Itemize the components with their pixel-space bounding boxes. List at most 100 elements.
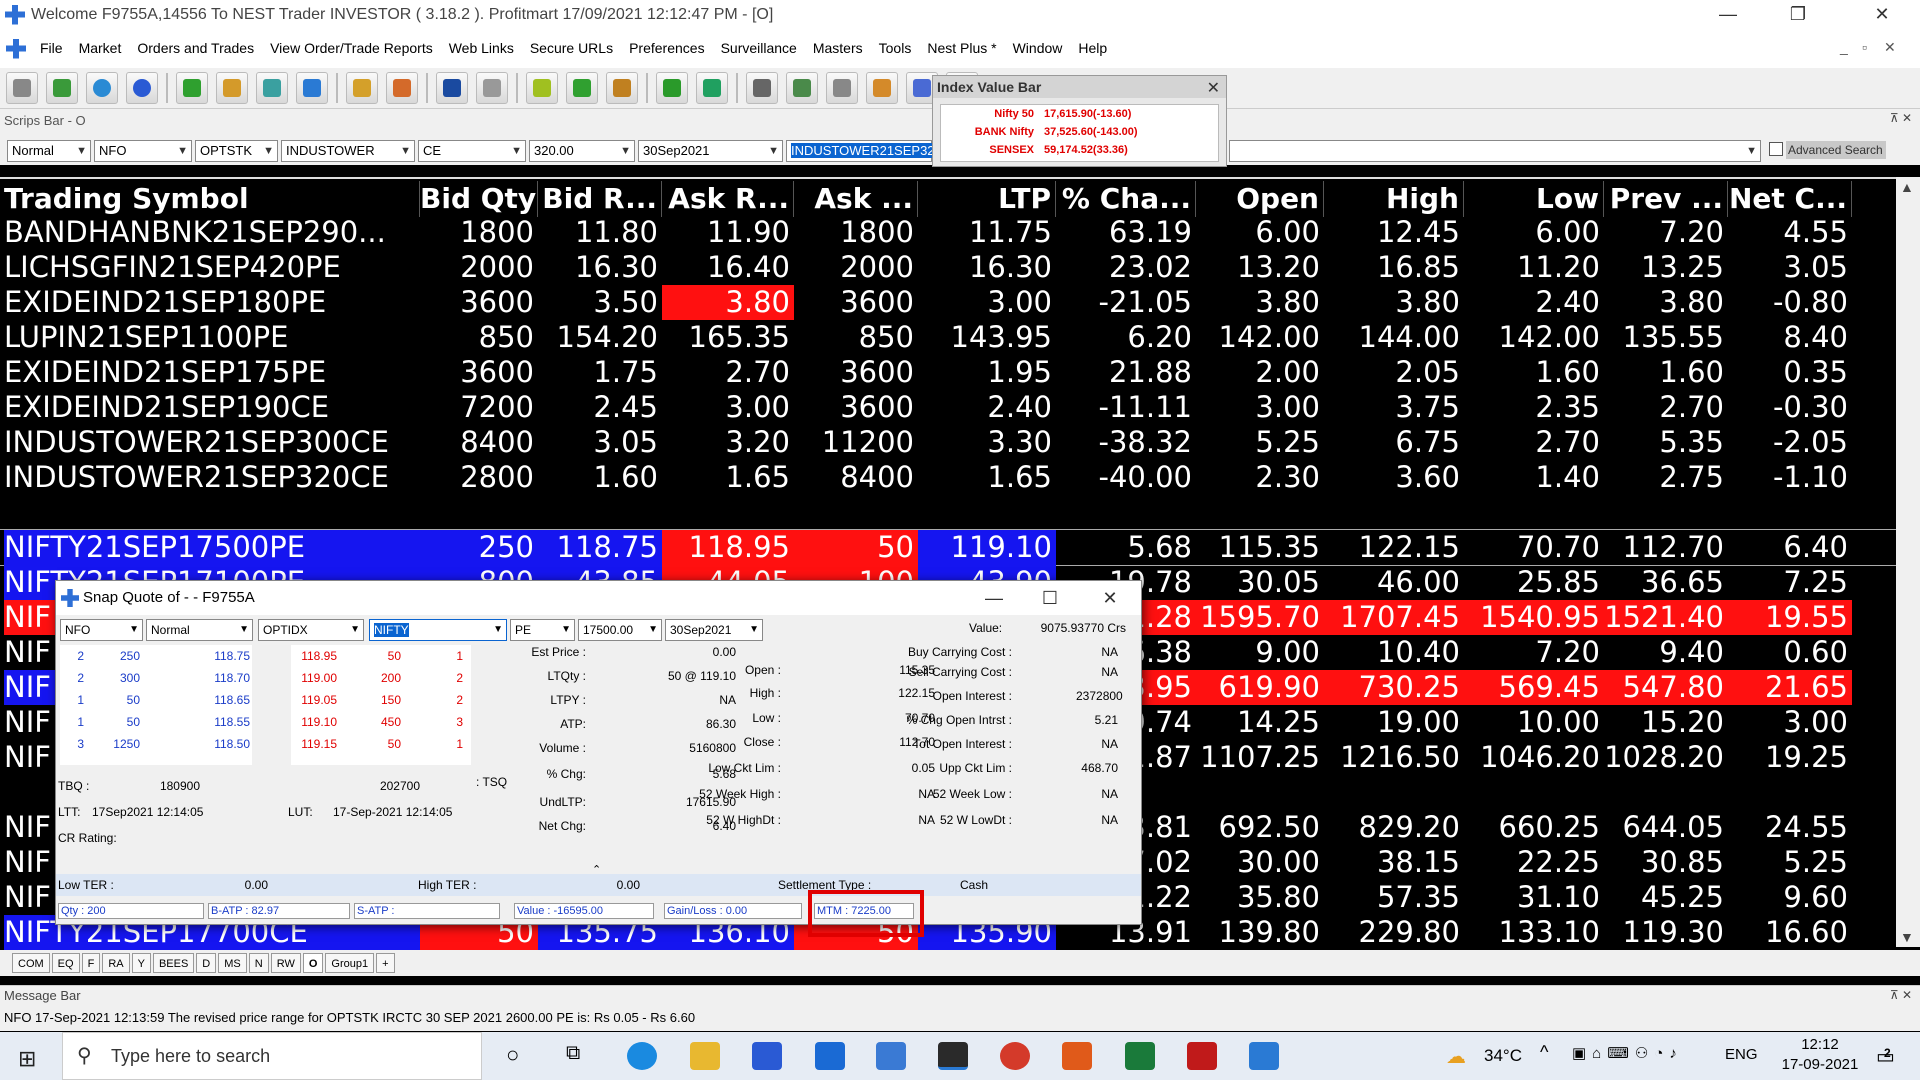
tab-n[interactable]: N xyxy=(248,953,269,973)
description-field[interactable]: ▼ xyxy=(1229,140,1761,162)
toolbar-snapshot-button[interactable] xyxy=(826,72,858,104)
mdi-close-button[interactable]: ✕ xyxy=(1884,39,1896,56)
mail-icon[interactable] xyxy=(815,1042,845,1070)
taskbar-search[interactable]: ⚲ Type here to search xyxy=(62,1032,482,1080)
tab--[interactable]: + xyxy=(376,953,395,973)
table-row[interactable]: LICHSGFIN21SEP420PE 2000 16.30 16.40 2000 16.… xyxy=(0,250,1896,285)
clock-time[interactable]: 12:12 xyxy=(1790,1036,1850,1053)
weather-temp[interactable]: 34°C xyxy=(1484,1046,1522,1066)
advanced-search-checkbox[interactable] xyxy=(1769,142,1783,156)
col-header-high[interactable]: High xyxy=(1324,181,1464,217)
chrome-icon[interactable] xyxy=(1000,1042,1030,1070)
table-row[interactable]: NIFTY21SEP17500PE 250 118.75 118.95 50 119.10… xyxy=(0,529,1897,566)
tab-o[interactable]: O xyxy=(302,953,324,973)
index-value-bar-close-icon[interactable]: ✕ xyxy=(1207,78,1220,98)
snap-instrument-select[interactable]: OPTIDX ▼ xyxy=(258,619,364,641)
toolbar-buy-order-button[interactable] xyxy=(176,72,208,104)
toolbar-portfolio-button[interactable] xyxy=(46,72,78,104)
menu-help[interactable]: Help xyxy=(1070,29,1115,68)
col-header-pct-change[interactable]: % Cha... xyxy=(1056,181,1196,217)
tray-icons[interactable]: ▣⌂⌨⚇◔♪ xyxy=(1572,1044,1683,1062)
scroll-down-icon[interactable]: ▼ xyxy=(1900,929,1914,945)
exchange-select[interactable]: NFO ▼ xyxy=(94,140,192,162)
nest-trader-icon[interactable] xyxy=(938,1042,968,1070)
profitmart-icon[interactable] xyxy=(1187,1042,1217,1070)
menu-view-reports[interactable]: View Order/Trade Reports xyxy=(262,29,441,68)
message-bar-pin-icon[interactable]: ⊼ ✕ xyxy=(1890,988,1912,1002)
remote-desktop-icon[interactable] xyxy=(876,1042,906,1070)
col-header-bid-qty[interactable]: Bid Qty xyxy=(420,181,538,217)
col-header-bid-rate[interactable]: Bid R... xyxy=(538,181,662,217)
toolbar-users-button[interactable] xyxy=(656,72,688,104)
scrips-bar-pin-icon[interactable]: ⊼ ✕ xyxy=(1890,111,1912,125)
toolbar-basket-button[interactable] xyxy=(526,72,558,104)
excel-icon[interactable] xyxy=(1125,1042,1155,1070)
menu-web-links[interactable]: Web Links xyxy=(441,29,522,68)
menu-masters[interactable]: Masters xyxy=(805,29,871,68)
menu-secure-urls[interactable]: Secure URLs xyxy=(522,29,621,68)
menu-surveillance[interactable]: Surveillance xyxy=(713,29,805,68)
table-row[interactable]: EXIDEIND21SEP180PE 3600 3.50 3.80 3600 3.00 -2… xyxy=(0,285,1896,320)
tab-d[interactable]: D xyxy=(196,953,217,973)
toolbar-hand-button[interactable] xyxy=(606,72,638,104)
mdi-app-icon[interactable] xyxy=(6,38,26,59)
minimize-button[interactable]: — xyxy=(1698,0,1758,29)
toolbar-line-chart-button[interactable] xyxy=(786,72,818,104)
tab-f[interactable]: F xyxy=(81,953,101,973)
toolbar-news-button[interactable] xyxy=(436,72,468,104)
mdi-minimize-button[interactable]: _ xyxy=(1840,39,1848,55)
toolbar-volume-chart-button[interactable] xyxy=(746,72,778,104)
tray-chevron-up-icon[interactable]: ^ xyxy=(1540,1042,1548,1063)
mdi-restore-button[interactable]: ▫ xyxy=(1862,39,1867,55)
tab-bees[interactable]: BEES xyxy=(152,953,195,973)
menu-market[interactable]: Market xyxy=(71,29,130,68)
snap-minimize-button[interactable]: — xyxy=(970,581,1018,615)
snap-quote-title-bar[interactable]: Snap Quote of - - F9755A — ☐ ✕ xyxy=(56,581,1141,615)
snap-symbol-select[interactable]: NIFTY ▼ xyxy=(369,619,507,641)
photos-icon[interactable] xyxy=(1249,1042,1279,1070)
weather-icon[interactable]: ☁ xyxy=(1446,1044,1466,1069)
table-row[interactable] xyxy=(0,495,1896,530)
clock-date[interactable]: 17-09-2021 xyxy=(1778,1056,1862,1073)
tab-ms[interactable]: MS xyxy=(218,953,247,973)
snap-close-button[interactable]: ✕ xyxy=(1086,581,1134,615)
file-explorer-icon[interactable] xyxy=(690,1042,720,1070)
task-view-icon[interactable]: ⧉ xyxy=(566,1042,580,1065)
table-row[interactable]: BANDHANBNK21SEP290... 1800 11.80 11.90 1800 1… xyxy=(0,215,1896,250)
snap-expiry-select[interactable]: 30Sep2021 ▼ xyxy=(665,619,763,641)
restore-button[interactable]: ❐ xyxy=(1768,0,1828,29)
strike-select[interactable]: 320.00 ▼ xyxy=(529,140,635,162)
toolbar-sell-basket-button[interactable] xyxy=(566,72,598,104)
store-icon[interactable] xyxy=(752,1042,782,1070)
market-type-select[interactable]: Normal ▼ xyxy=(7,140,91,162)
col-header-net-change[interactable]: Net C... xyxy=(1728,181,1852,217)
menu-file[interactable]: File xyxy=(32,29,71,68)
snap-strike-select[interactable]: 17500.00 ▼ xyxy=(578,619,662,641)
toolbar-cart-button[interactable] xyxy=(216,72,248,104)
index-value-bar-title[interactable]: Index Value Bar xyxy=(933,76,1226,98)
snap-market-select[interactable]: Normal ▼ xyxy=(146,619,253,641)
toolbar-trade-book-button[interactable] xyxy=(296,72,328,104)
tab-ra[interactable]: RA xyxy=(102,953,130,973)
tab-rw[interactable]: RW xyxy=(270,953,301,973)
option-type-select[interactable]: CE ▼ xyxy=(418,140,526,162)
language-indicator[interactable]: ENG xyxy=(1725,1046,1758,1063)
menu-preferences[interactable]: Preferences xyxy=(621,29,712,68)
snap-exchange-select[interactable]: NFO ▼ xyxy=(60,619,143,641)
col-header-prev-close[interactable]: Prev ... xyxy=(1604,181,1728,217)
tab-eq[interactable]: EQ xyxy=(51,953,80,973)
menu-tools[interactable]: Tools xyxy=(871,29,920,68)
menu-orders-trades[interactable]: Orders and Trades xyxy=(129,29,262,68)
scroll-up-icon[interactable]: ▲ xyxy=(1900,179,1914,195)
toolbar-market-watch-button[interactable] xyxy=(6,72,38,104)
table-row[interactable]: EXIDEIND21SEP190CE 7200 2.45 3.00 3600 2.40 -1… xyxy=(0,390,1896,425)
toolbar-upload-button[interactable] xyxy=(696,72,728,104)
instrument-select[interactable]: OPTSTK ▼ xyxy=(195,140,278,162)
grid-scrollbar[interactable]: ▲ ▼ xyxy=(1896,177,1920,947)
app-icon[interactable] xyxy=(1062,1042,1092,1070)
table-row[interactable]: EXIDEIND21SEP175PE 3600 1.75 2.70 3600 1.95 21… xyxy=(0,355,1896,390)
table-row[interactable]: INDUSTOWER21SEP300CE 8400 3.05 3.20 11200 3.3… xyxy=(0,425,1896,460)
col-header-ltp[interactable]: LTP xyxy=(918,181,1056,217)
toolbar-print-button[interactable] xyxy=(476,72,508,104)
close-button[interactable]: ✕ xyxy=(1852,0,1912,29)
